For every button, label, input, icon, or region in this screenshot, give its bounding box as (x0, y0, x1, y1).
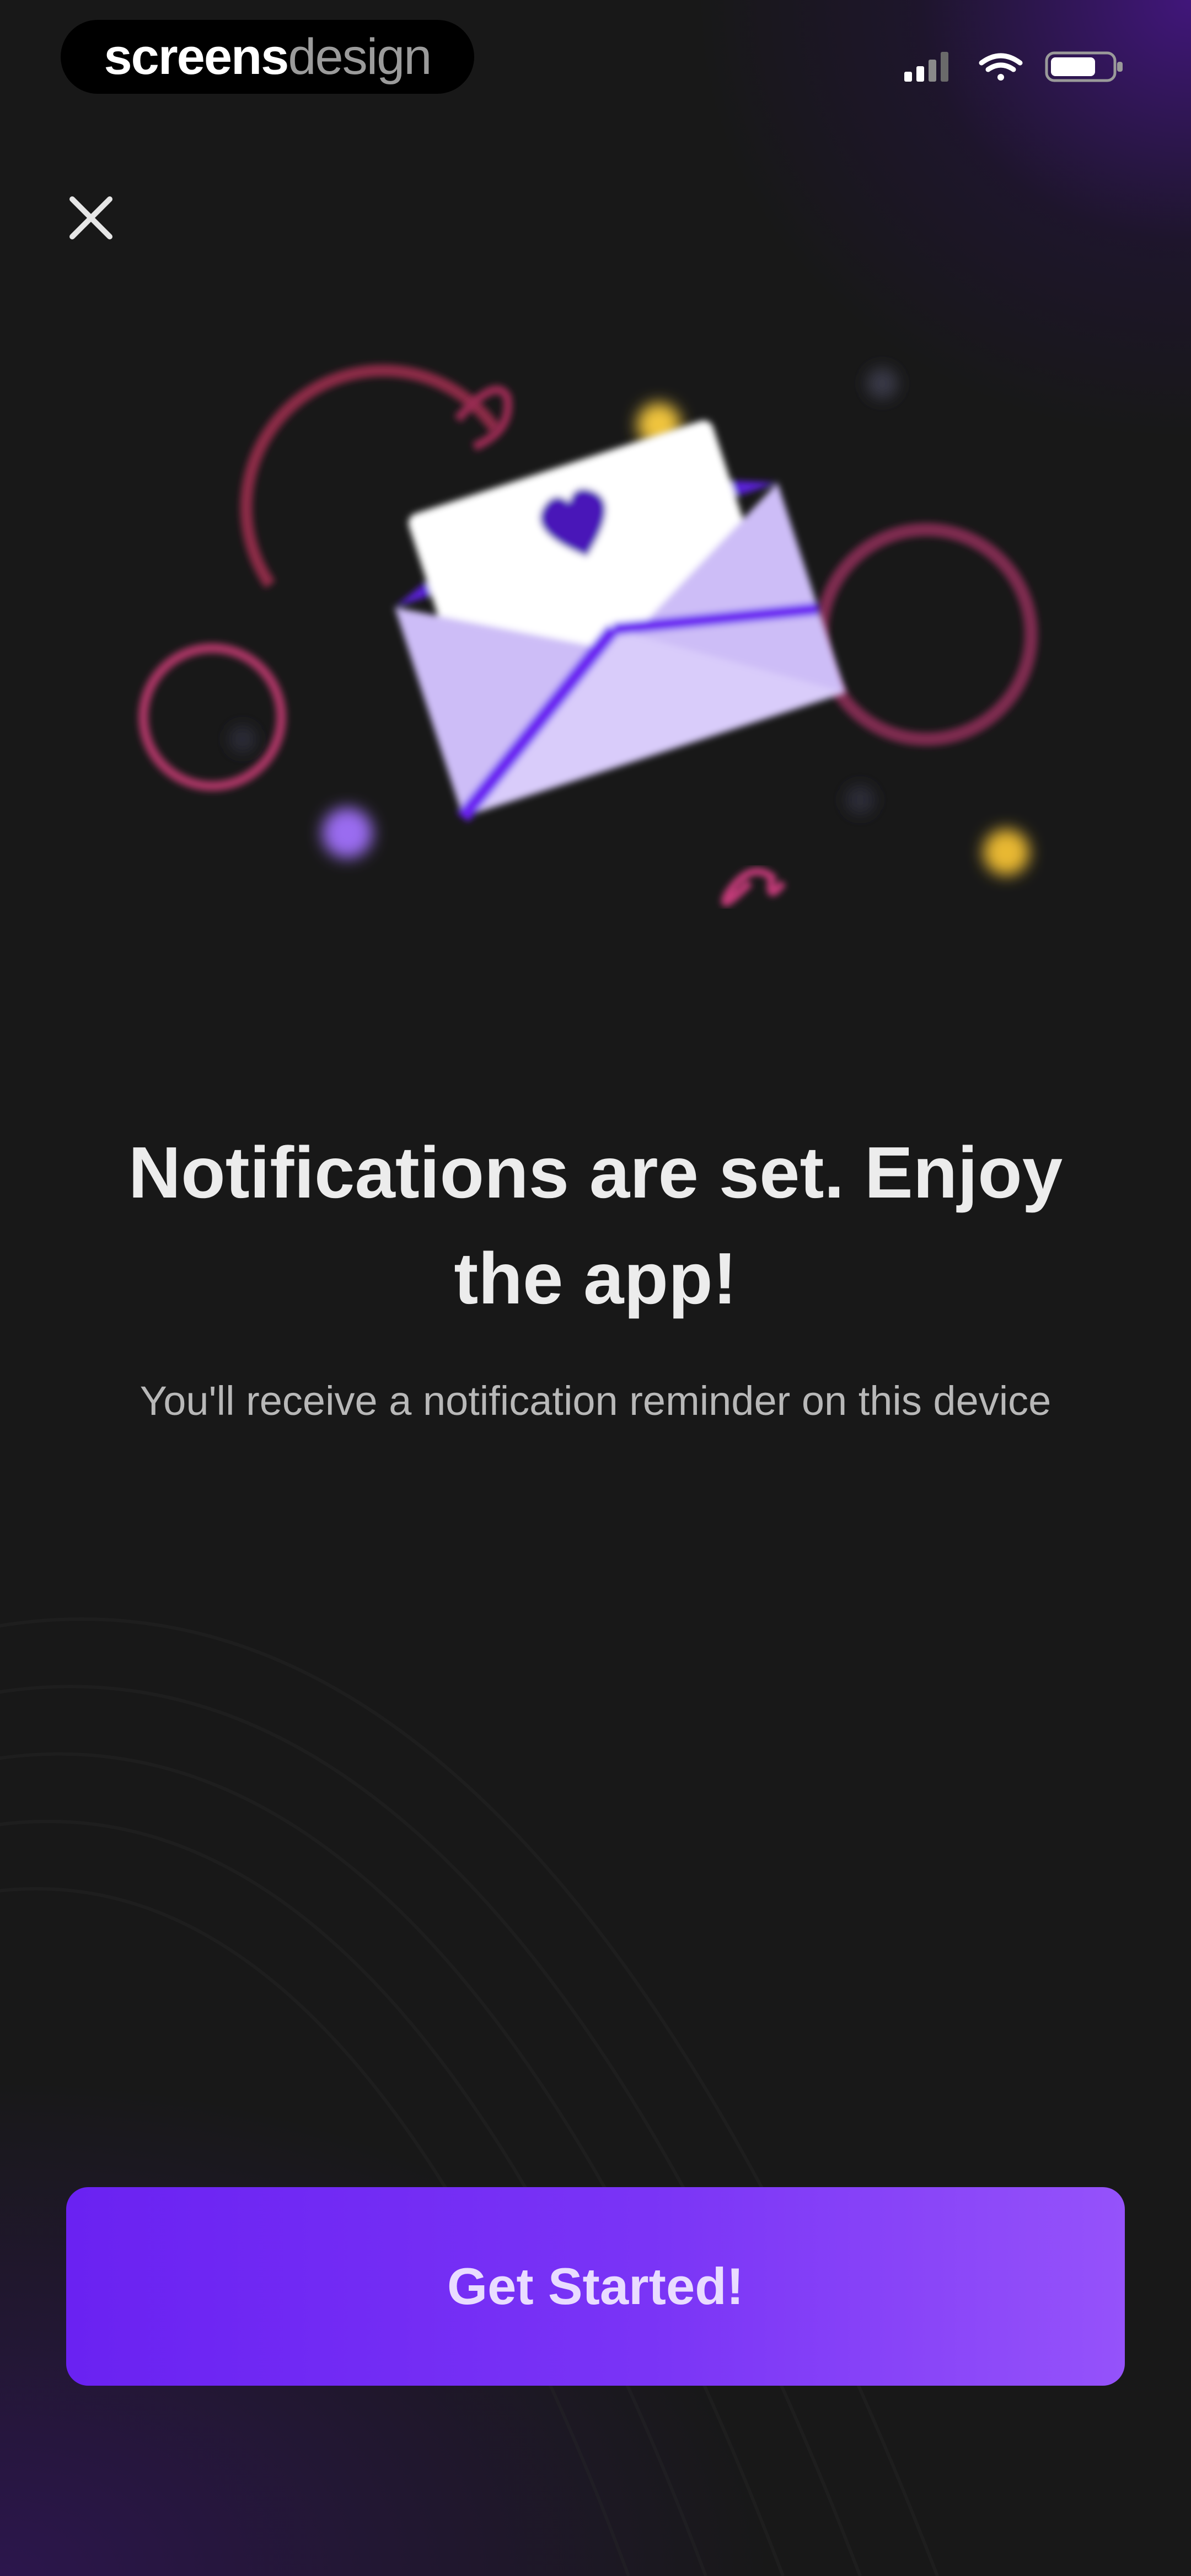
get-started-label: Get Started! (447, 2257, 744, 2315)
watermark-strong-text: screens (104, 28, 289, 85)
watermark-light-text: design (288, 28, 432, 85)
wifi-icon (979, 53, 1023, 81)
dot-faint-1 (867, 368, 898, 399)
cellular-signal-icon (904, 52, 948, 82)
dot-faint-2 (846, 785, 875, 814)
envelope (394, 420, 846, 822)
dot-yellow-right (983, 829, 1029, 875)
decorative-ring-right (815, 523, 1038, 746)
envelope-illustration (138, 364, 1038, 906)
squiggle-bottom (721, 868, 786, 906)
dot-faint-3 (229, 726, 256, 752)
screensdesign-watermark: screens design (61, 20, 474, 94)
page-subtitle: You'll receive a notification reminder o… (140, 1378, 1051, 1424)
dot-purple-left (322, 808, 373, 858)
close-icon (69, 196, 112, 239)
background-arc-lines (0, 1617, 939, 2576)
battery-icon (1045, 51, 1123, 82)
close-button[interactable] (55, 182, 127, 254)
page-title: Notifications are set. Enjoy the app! (128, 1132, 1063, 1319)
status-bar-icons (904, 51, 1123, 82)
decorative-ring-left (138, 643, 286, 791)
get-started-button[interactable]: Get Started! (66, 2187, 1125, 2386)
notification-confirmation-screen: screens design Notifications are set. En… (0, 0, 1191, 2576)
